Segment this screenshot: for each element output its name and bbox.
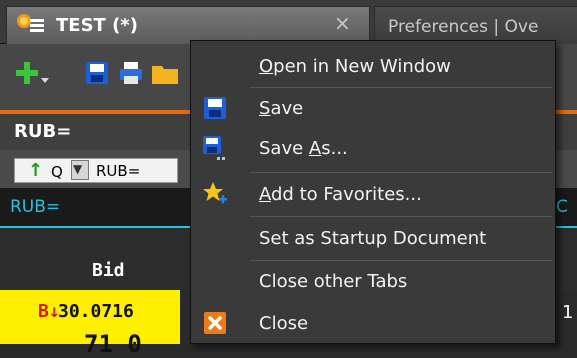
tab-close-icon[interactable]: × [334, 11, 351, 35]
menu-item-save-as-label: Save As... [259, 138, 348, 159]
menu-separator [250, 172, 552, 173]
menu-item-close-label: Close [259, 313, 309, 334]
menu-item-save[interactable] [191, 89, 555, 127]
add-icon[interactable] [14, 60, 40, 86]
folder-icon[interactable] [150, 60, 180, 86]
chevron-down-icon: ▼ [73, 162, 83, 176]
floppy-disk-icon [202, 95, 228, 121]
print-icon[interactable] [118, 60, 144, 86]
menu-item-save-label: Save [259, 98, 304, 119]
menu-item-add-favorites-label: Add to Favorites... [259, 184, 422, 205]
close-x-icon [202, 310, 228, 336]
floppy-disk-save-as-icon [202, 135, 228, 161]
menu-item-set-startup-label: Set as Startup Document [259, 228, 487, 249]
tab-preferences-title: Preferences | Ove [388, 17, 539, 37]
menu-item-close[interactable] [191, 302, 555, 340]
star-add-icon [202, 181, 228, 207]
bid-direction: B↓ [38, 301, 60, 322]
bid-column-header[interactable]: Bid [92, 260, 125, 281]
menu-separator [250, 260, 552, 261]
document-tab-icon [16, 13, 46, 35]
bid-large-value: 71 0 [84, 330, 142, 358]
menu-separator [250, 87, 552, 88]
tab-title: TEST (*) [56, 15, 138, 36]
bid-value: 30.0716 [58, 301, 134, 322]
menu-separator [250, 216, 552, 217]
quote-line-right: C [556, 197, 568, 217]
up-arrow-icon[interactable]: ↑ [28, 160, 43, 181]
right-column-value: 1 [562, 302, 574, 323]
menu-item-open-new-window-label: Open in New Window [259, 56, 451, 77]
quote-symbol-input[interactable] [92, 160, 178, 181]
menu-item-save-as[interactable] [191, 129, 555, 167]
symbol-label: RUB= [14, 121, 72, 142]
add-dropdown-icon[interactable] [40, 70, 50, 83]
quote-line-symbol: RUB= [10, 197, 61, 217]
save-toolbar-icon[interactable] [84, 60, 110, 86]
menu-item-close-other-tabs-label: Close other Tabs [259, 271, 408, 292]
quote-toggle[interactable]: Q [51, 163, 63, 181]
